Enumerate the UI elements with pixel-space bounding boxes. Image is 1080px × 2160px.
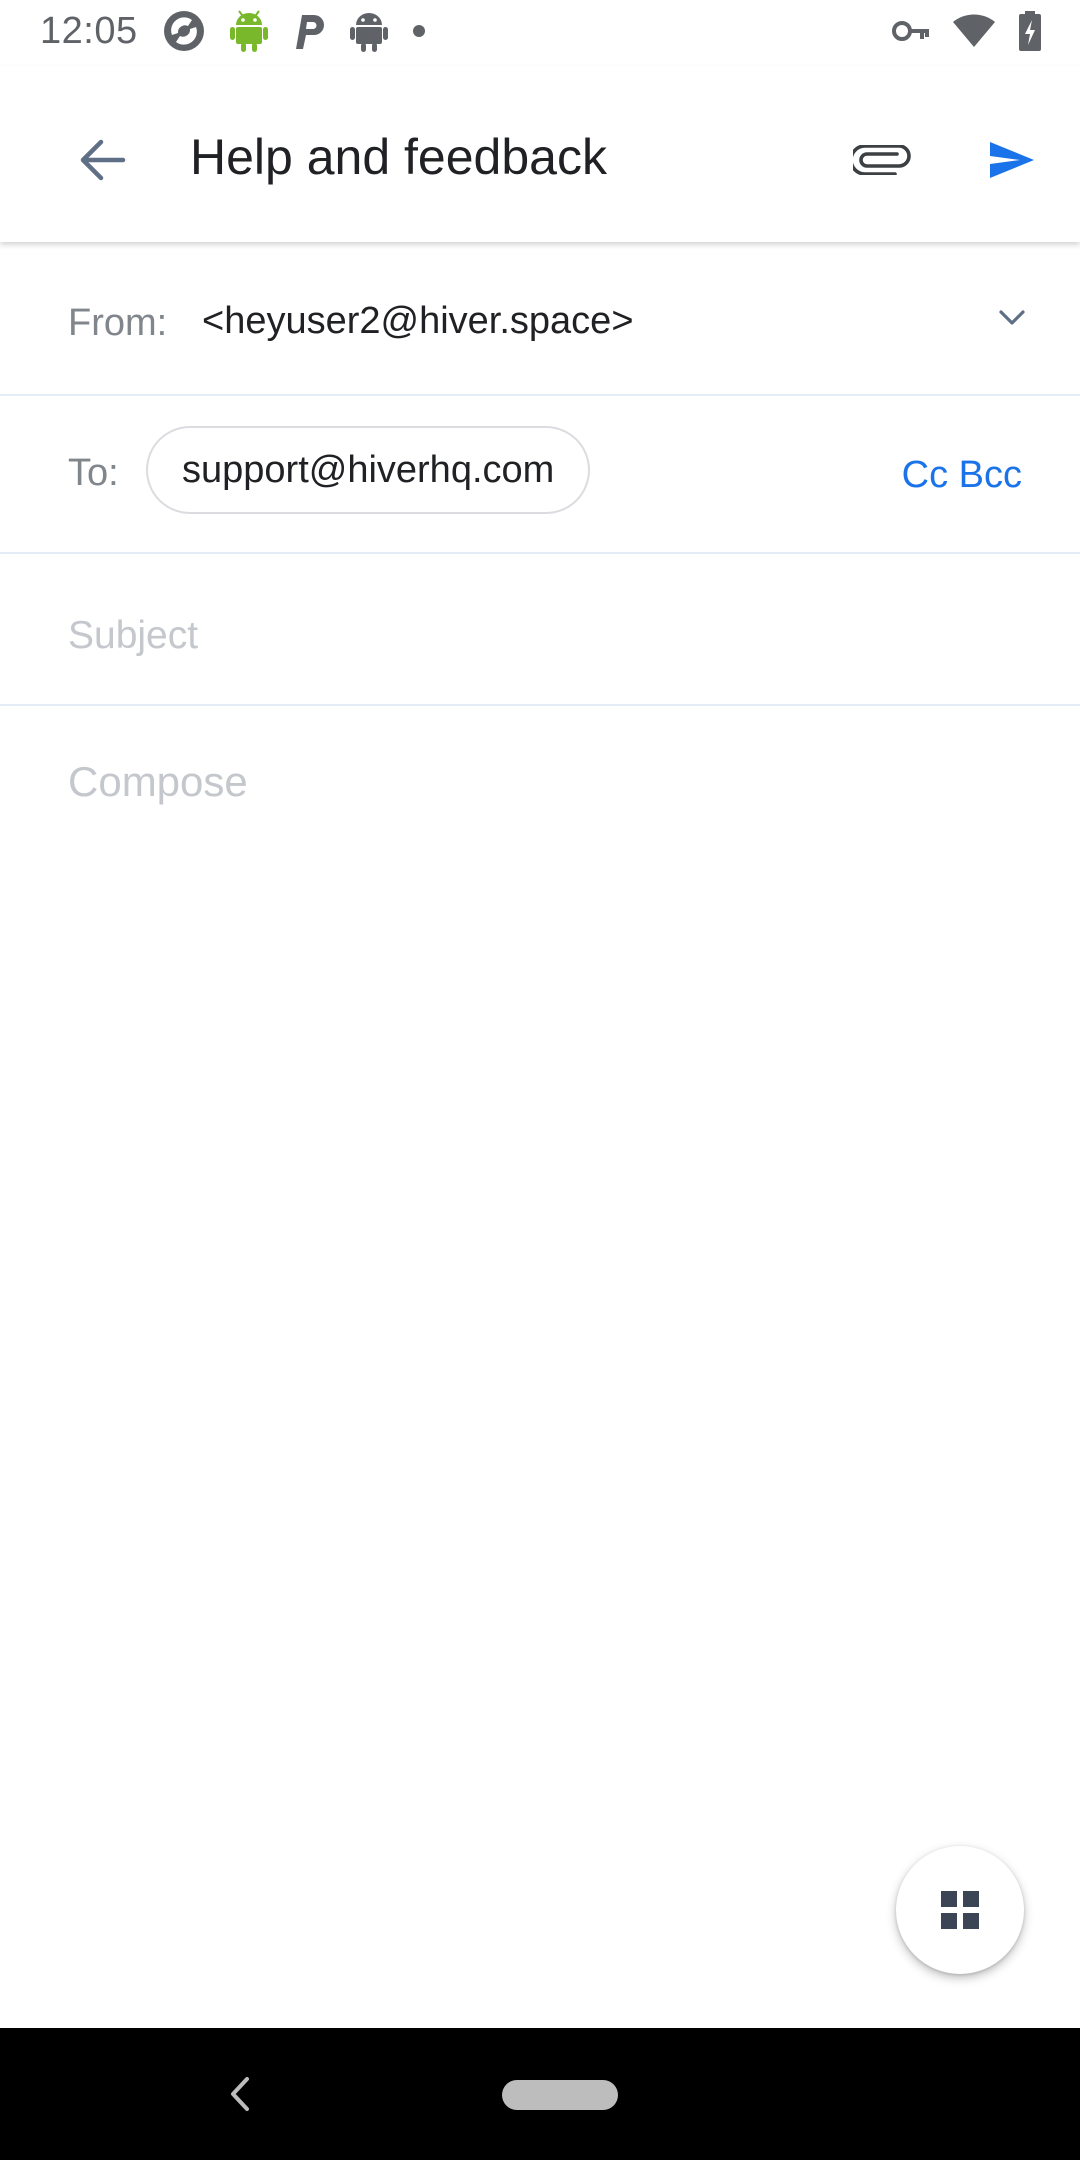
to-label: To: <box>68 452 119 494</box>
wifi-icon <box>952 13 996 54</box>
to-row: To: support@hiverhq.com Cc Bcc <box>0 396 1080 554</box>
android-debug-icon <box>230 9 268 58</box>
paperclip-icon <box>853 145 911 175</box>
battery-charging-icon <box>1018 10 1042 56</box>
apps-fab-button[interactable] <box>896 1846 1024 1974</box>
status-icons-left <box>162 9 426 58</box>
cc-bcc-button[interactable]: Cc Bcc <box>902 454 1022 497</box>
from-label: From: <box>68 302 168 344</box>
compose-body[interactable] <box>68 758 1008 1758</box>
arrow-back-icon <box>80 139 126 181</box>
send-icon <box>990 142 1034 178</box>
send-button[interactable] <box>970 118 1054 202</box>
sync-app-icon <box>162 9 206 58</box>
toolbar: Help and feedback <box>0 66 1080 242</box>
vpn-key-icon <box>892 19 930 48</box>
status-icons-right <box>892 10 1042 56</box>
page-title: Help and feedback <box>190 129 607 185</box>
status-bar: 12:05 <box>0 0 1080 66</box>
system-nav-bar <box>0 2028 1080 2160</box>
nav-back-button[interactable] <box>210 2064 270 2124</box>
chevron-down-icon <box>999 310 1025 325</box>
back-button[interactable] <box>60 118 144 202</box>
parking-app-icon <box>292 11 326 56</box>
notification-dot-icon <box>412 24 426 43</box>
from-account-value[interactable]: <heyuser2@hiver.space> <box>202 300 634 343</box>
screen: 12:05 Help and feedback From: <heyuser2@… <box>0 0 1080 2160</box>
nav-back-icon <box>231 2077 249 2111</box>
recipient-email: support@hiverhq.com <box>182 448 555 491</box>
from-row: From: <heyuser2@hiver.space> <box>0 242 1080 396</box>
android-icon <box>350 9 388 58</box>
from-dropdown-button[interactable] <box>992 298 1032 338</box>
subject-row <box>0 554 1080 706</box>
subject-input[interactable] <box>68 606 1008 666</box>
home-pill-icon[interactable] <box>502 2080 618 2110</box>
attach-button[interactable] <box>840 118 924 202</box>
grid-apps-icon <box>941 1891 979 1929</box>
status-time: 12:05 <box>40 10 138 52</box>
recipient-chip[interactable]: support@hiverhq.com <box>146 426 591 514</box>
